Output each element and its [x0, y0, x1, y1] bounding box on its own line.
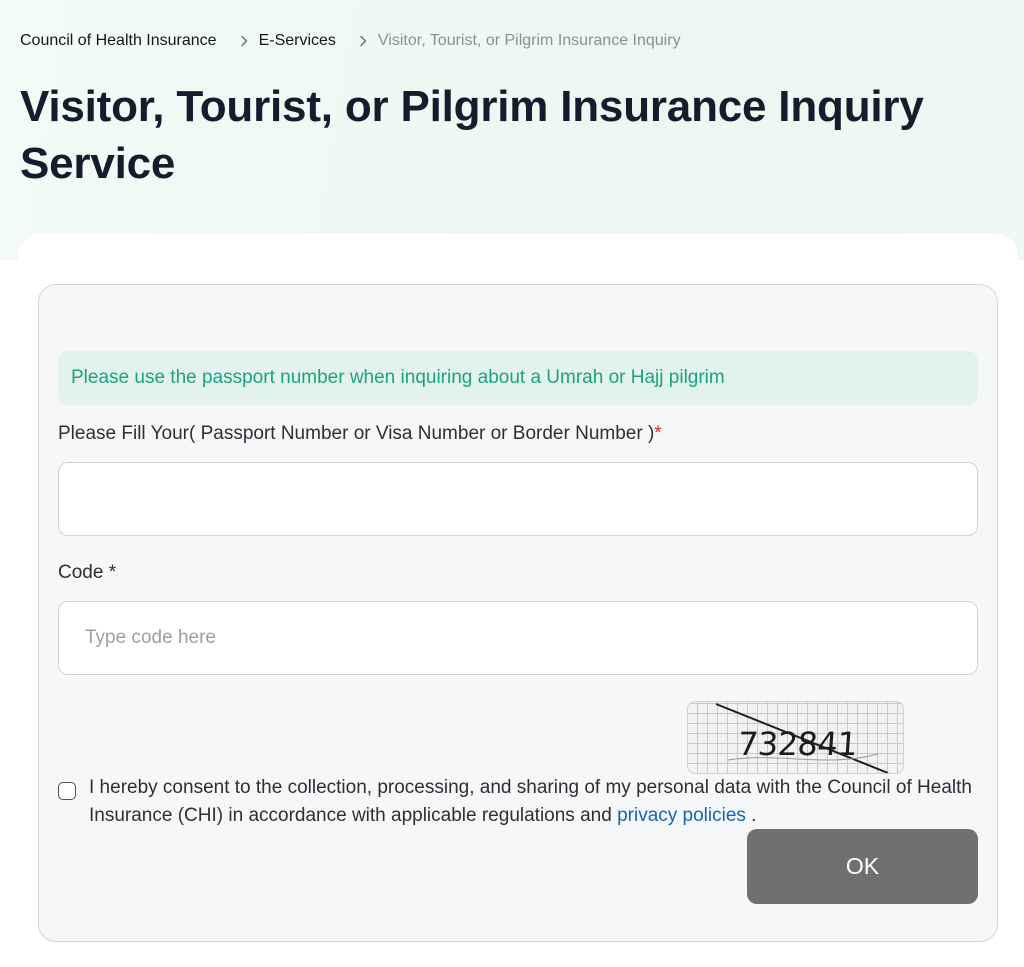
privacy-policies-link[interactable]: privacy policies [617, 805, 746, 826]
code-field-label-text: Code [58, 562, 104, 583]
info-notice: Please use the passport number when inqu… [58, 351, 978, 405]
captcha-code-input[interactable] [58, 601, 978, 675]
consent-text-end: . [745, 805, 757, 826]
breadcrumb-item-e-services[interactable]: E-Services [259, 31, 336, 51]
chevron-right-icon [237, 34, 251, 48]
breadcrumb-item-current: Visitor, Tourist, or Pilgrim Insurance I… [377, 32, 681, 49]
captcha-text: 732841 [736, 725, 859, 763]
required-mark: * [108, 562, 117, 583]
required-mark: * [654, 423, 662, 444]
id-field-label: Please Fill Your( Passport Number or Vis… [58, 422, 662, 446]
breadcrumb: Council of Health Insurance E-Services V… [20, 31, 681, 51]
breadcrumb-item-home[interactable]: Council of Health Insurance [20, 31, 217, 51]
ok-button[interactable]: OK [747, 829, 978, 904]
id-field-label-text: Please Fill Your( Passport Number or Vis… [58, 423, 655, 444]
code-field-label: Code * [58, 561, 116, 585]
consent-checkbox[interactable] [58, 782, 76, 800]
chevron-right-icon [356, 34, 370, 48]
consent-text-main: I hereby consent to the collection, proc… [89, 777, 972, 826]
captcha-image: 732841 [687, 701, 904, 774]
page-title: Visitor, Tourist, or Pilgrim Insurance I… [20, 82, 924, 188]
consent-text: I hereby consent to the collection, proc… [89, 774, 984, 830]
id-number-input[interactable] [58, 462, 978, 536]
